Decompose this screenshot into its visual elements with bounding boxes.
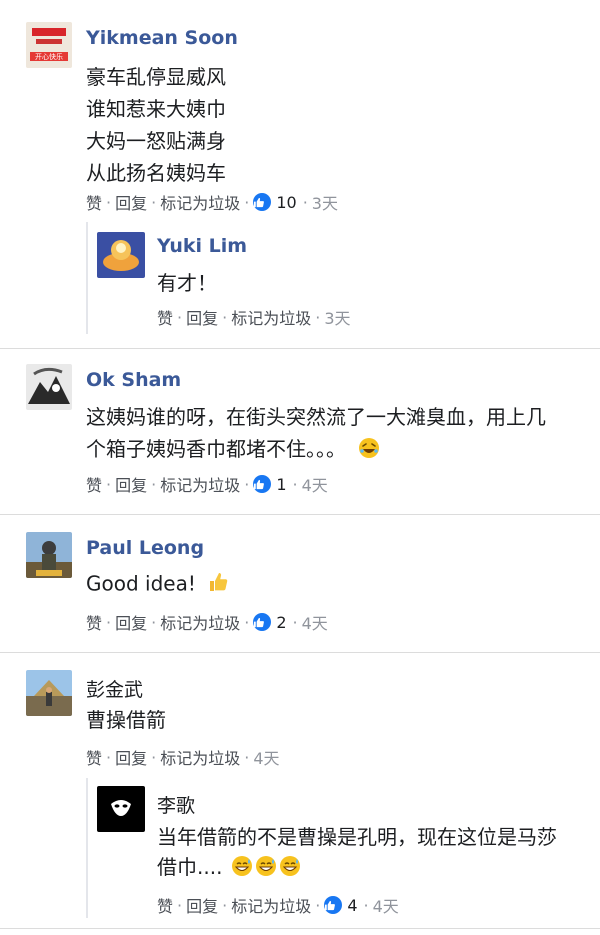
comment-author[interactable]: 李歌 <box>157 791 195 818</box>
like-link[interactable]: 赞 <box>86 190 102 214</box>
separator-dot: · <box>151 474 157 494</box>
like-link[interactable]: 赞 <box>157 305 173 329</box>
timestamp[interactable]: 4天 <box>373 893 399 917</box>
divider <box>0 348 600 349</box>
separator-dot: · <box>244 474 250 494</box>
comment-actions: 赞 · 回复 · 标记为垃圾 · 10 · 3天 <box>86 190 338 214</box>
separator-dot: · <box>106 192 112 212</box>
divider <box>0 652 600 653</box>
separator-dot: · <box>315 895 321 915</box>
timestamp[interactable]: 4天 <box>253 745 279 769</box>
comment-author[interactable]: Yuki Lim <box>157 235 247 257</box>
reply-thread-line <box>86 222 88 334</box>
mark-as-spam-link[interactable]: 标记为垃圾 <box>231 305 311 329</box>
separator-dot: · <box>151 192 157 212</box>
comment-text-line: 个箱子姨妈香巾都堵不住。。。 <box>86 436 380 465</box>
separator-dot: · <box>244 192 250 212</box>
comment-author[interactable]: Ok Sham <box>86 369 181 391</box>
separator-dot: · <box>292 612 298 632</box>
like-count[interactable]: 1 <box>276 475 286 494</box>
separator-dot: · <box>106 747 112 767</box>
avatar[interactable]: 开心快乐 <box>26 22 72 68</box>
comment-text-line: 从此扬名姨妈车 <box>86 161 226 185</box>
separator-dot: · <box>177 895 183 915</box>
reply-thread-line <box>86 778 88 918</box>
separator-dot: · <box>106 612 112 632</box>
thumbs-up-icon[interactable] <box>253 613 272 631</box>
mark-as-spam-link[interactable]: 标记为垃圾 <box>160 610 240 634</box>
reply-link[interactable]: 回复 <box>115 745 147 769</box>
separator-dot: · <box>244 747 250 767</box>
divider <box>0 514 600 515</box>
reply-link[interactable]: 回复 <box>115 472 147 496</box>
comment-author[interactable]: Paul Leong <box>86 537 204 559</box>
separator-dot: · <box>244 612 250 632</box>
mark-as-spam-link[interactable]: 标记为垃圾 <box>160 190 240 214</box>
separator-dot: · <box>302 192 308 212</box>
rolling-laughing-emoji-icon <box>358 437 380 465</box>
comment-actions: 赞 · 回复 · 标记为垃圾 · 4 · 4天 <box>157 893 399 917</box>
like-count[interactable]: 10 <box>276 193 296 212</box>
comment-text-line: 豪车乱停显威风 <box>86 65 226 89</box>
thumbs-up-icon[interactable] <box>324 896 343 914</box>
comment-actions: 赞 · 回复 · 标记为垃圾 · 3天 <box>157 305 351 329</box>
mark-as-spam-link[interactable]: 标记为垃圾 <box>231 893 311 917</box>
comment-text-line: 大妈一怒贴满身 <box>86 129 226 153</box>
comment-text: 个箱子姨妈香巾都堵不住。。。 <box>86 437 346 461</box>
avatar[interactable] <box>26 670 72 716</box>
avatar-text: 开心快乐 <box>35 52 63 61</box>
timestamp[interactable]: 4天 <box>302 472 328 496</box>
reply-link[interactable]: 回复 <box>186 305 218 329</box>
separator-dot: · <box>315 307 321 327</box>
grinning-sweat-emoji-icon <box>231 855 303 883</box>
comment-text-line: Good idea! <box>86 570 230 600</box>
comment-text-line: 有才！ <box>157 271 217 295</box>
avatar[interactable] <box>97 786 145 832</box>
mark-as-spam-link[interactable]: 标记为垃圾 <box>160 745 240 769</box>
comment-text-line: 这姨妈谁的呀，在街头突然流了一大滩臭血，用上几 <box>86 405 546 429</box>
comment-text-line: 曹操借箭 <box>86 708 166 732</box>
reply-link[interactable]: 回复 <box>115 610 147 634</box>
timestamp[interactable]: 3天 <box>312 190 338 214</box>
avatar[interactable] <box>26 364 72 410</box>
comment-author[interactable]: Yikmean Soon <box>86 27 238 49</box>
comment-text: 借巾.... <box>157 855 223 879</box>
avatar[interactable] <box>26 532 72 578</box>
avatar[interactable] <box>97 232 145 278</box>
separator-dot: · <box>106 474 112 494</box>
mark-as-spam-link[interactable]: 标记为垃圾 <box>160 472 240 496</box>
like-link[interactable]: 赞 <box>86 745 102 769</box>
like-link[interactable]: 赞 <box>86 472 102 496</box>
like-count[interactable]: 2 <box>276 613 286 632</box>
thumbs-up-emoji-icon <box>206 570 230 600</box>
separator-dot: · <box>222 895 228 915</box>
thumbs-up-icon[interactable] <box>253 475 272 493</box>
comment-author[interactable]: 彭金武 <box>86 675 143 702</box>
like-link[interactable]: 赞 <box>86 610 102 634</box>
thumbs-up-icon[interactable] <box>253 193 272 211</box>
reply-link[interactable]: 回复 <box>115 190 147 214</box>
separator-dot: · <box>151 747 157 767</box>
timestamp[interactable]: 4天 <box>302 610 328 634</box>
comment-actions: 赞 · 回复 · 标记为垃圾 · 1 · 4天 <box>86 472 328 496</box>
separator-dot: · <box>177 307 183 327</box>
separator-dot: · <box>222 307 228 327</box>
divider <box>0 928 600 929</box>
like-count[interactable]: 4 <box>347 896 357 915</box>
comment-text-line: 谁知惹来大姨巾 <box>86 97 226 121</box>
like-link[interactable]: 赞 <box>157 893 173 917</box>
separator-dot: · <box>292 474 298 494</box>
separator-dot: · <box>151 612 157 632</box>
separator-dot: · <box>363 895 369 915</box>
comment-text: Good idea! <box>86 571 196 596</box>
comment-actions: 赞 · 回复 · 标记为垃圾 · 4天 <box>86 745 280 769</box>
comment-text-line: 当年借箭的不是曹操是孔明，现在这位是马莎 <box>157 825 557 849</box>
comment-text-line: 借巾.... <box>157 854 303 883</box>
timestamp[interactable]: 3天 <box>324 305 350 329</box>
reply-link[interactable]: 回复 <box>186 893 218 917</box>
comment-actions: 赞 · 回复 · 标记为垃圾 · 2 · 4天 <box>86 610 328 634</box>
